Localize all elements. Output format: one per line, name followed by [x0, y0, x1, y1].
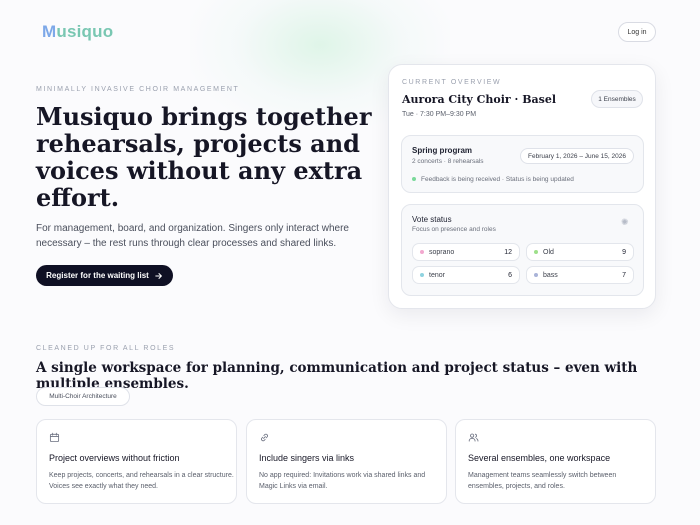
- vote-status-title: Vote status: [412, 215, 452, 224]
- overview-card: CURRENT OVERVIEW Aurora City Choir · Bas…: [388, 64, 656, 309]
- section-eyebrow: CLEANED UP FOR ALL ROLES: [36, 345, 176, 352]
- waitlist-button[interactable]: Register for the waiting list: [36, 265, 173, 286]
- arrow-right-icon: [155, 272, 162, 279]
- feature-card-ensembles: Several ensembles, one workspace Managem…: [455, 419, 656, 504]
- hero-title: Musiquo brings together rehearsals, proj…: [36, 102, 372, 212]
- hero-eyebrow: MINIMALLY INVASIVE CHOIR MANAGEMENT: [36, 86, 240, 93]
- project-status: Feedback is being received · Status is b…: [412, 176, 574, 183]
- hero-subtitle: For management, board, and organization.…: [36, 223, 349, 249]
- voice-old[interactable]: Old 9: [526, 243, 634, 261]
- feature-description: Management teams seamlessly switch betwe…: [468, 472, 617, 490]
- voice-dot: [534, 273, 538, 278]
- voice-tenor[interactable]: tenor 6: [412, 266, 520, 284]
- overview-eyebrow: CURRENT OVERVIEW: [402, 79, 502, 86]
- logo[interactable]: Musiquo: [42, 22, 113, 42]
- link-icon: [261, 433, 268, 442]
- ensembles-badge[interactable]: 1 Ensembles: [591, 90, 643, 108]
- users-icon: [468, 433, 479, 442]
- vote-status-subtitle: Focus on presence and roles: [412, 226, 496, 233]
- feature-description: No app required: Invitations work via sh…: [259, 472, 426, 490]
- voice-dot: [420, 250, 424, 255]
- feature-card-projects: Project overviews without friction Keep …: [36, 419, 237, 504]
- project-date-range: February 1, 2026 – June 15, 2026: [520, 148, 634, 164]
- feature-description: Keep projects, concerts, and rehearsals …: [49, 472, 234, 490]
- login-button[interactable]: Log in: [618, 22, 656, 42]
- feature-title: Project overviews without friction: [49, 453, 180, 463]
- waitlist-button-label: Register for the waiting list: [46, 271, 149, 280]
- project-title: Spring program: [412, 146, 473, 155]
- status-dot: [412, 177, 416, 182]
- project-card[interactable]: Spring program 2 concerts · 8 rehearsals…: [401, 135, 644, 193]
- architecture-tag: Multi-Choir Architecture: [36, 387, 130, 406]
- feature-title: Several ensembles, one workspace: [468, 453, 611, 463]
- feature-title: Include singers via links: [259, 453, 355, 463]
- vote-status-card: Vote status Focus on presence and roles …: [401, 204, 644, 296]
- choir-name: Aurora City Choir · Basel: [402, 93, 556, 106]
- section-title: A single workspace for planning, communi…: [36, 360, 638, 392]
- voice-dot: [420, 273, 424, 278]
- voice-soprano[interactable]: soprano 12: [412, 243, 520, 261]
- voice-dot: [534, 250, 538, 255]
- voice-bass[interactable]: bass 7: [526, 266, 634, 284]
- calendar-icon: [49, 432, 60, 443]
- choir-schedule: Tue · 7:30 PM–9:30 PM: [402, 111, 477, 118]
- sparkle-icon: ✺: [621, 217, 629, 227]
- project-meta: 2 concerts · 8 rehearsals: [412, 158, 484, 165]
- feature-card-links: Include singers via links No app require…: [246, 419, 447, 504]
